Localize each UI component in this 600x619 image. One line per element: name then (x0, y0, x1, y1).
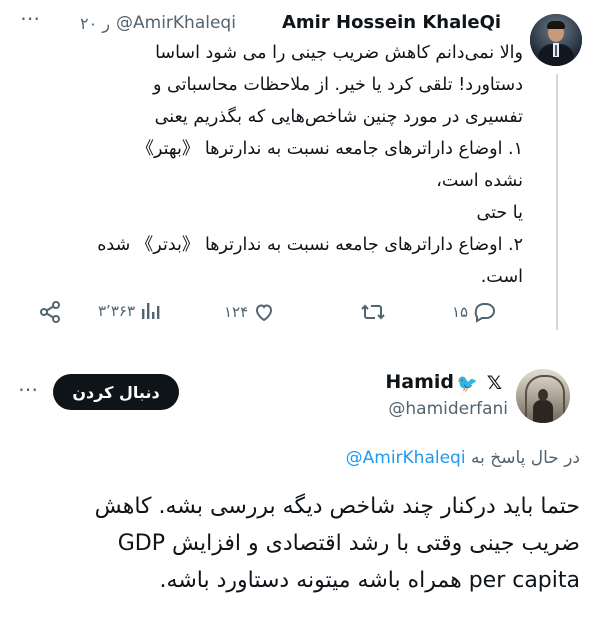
views-button[interactable]: ۳٬۳۶۳ (98, 300, 161, 322)
parent-tweet-header: ⋯ ۲۰ ر @AmirKhaleqi Amir Hossein KhaleQi (20, 6, 522, 34)
reply-icon (472, 300, 498, 324)
reply-tweet-header: Hamid 🐦 𝕏 @hamiderfani (346, 370, 508, 420)
share-button[interactable] (38, 300, 66, 324)
reply-author-avatar[interactable] (516, 369, 570, 423)
replying-to-label: در حال پاسخ به (470, 448, 580, 468)
tweet-timestamp[interactable]: ۲۰ ر (80, 14, 110, 33)
reply-author-name[interactable]: Hamid (385, 371, 454, 393)
views-count: ۳٬۳۶۳ (98, 302, 135, 320)
author-name[interactable]: Amir Hossein KhaleQi (282, 12, 501, 33)
reply-count: ۱۵ (452, 303, 469, 321)
replying-to: در حال پاسخ به @AmirKhaleqi (280, 448, 580, 468)
bird-badge-icon: 🐦 (456, 374, 478, 394)
author-handle[interactable]: @AmirKhaleqi (116, 13, 236, 33)
retweet-button[interactable] (356, 300, 386, 324)
like-count: ۱۲۴ (224, 303, 249, 321)
views-icon (139, 300, 161, 322)
retweet-icon (360, 300, 386, 324)
parent-tweet-actions: ۳٬۳۶۳ ۱۲۴ ۱۵ (38, 300, 508, 336)
like-button[interactable]: ۱۲۴ (224, 300, 276, 324)
like-icon (252, 300, 276, 324)
parent-tweet-text: والا نمی‌دانم کاهش ضریب جینی را می شود ا… (97, 43, 523, 287)
author-avatar[interactable] (530, 14, 582, 66)
share-icon (38, 300, 62, 324)
x-badge-icon: 𝕏 (486, 372, 502, 394)
follow-button[interactable]: دنبال کردن (53, 374, 179, 410)
more-options-icon[interactable]: ⋯ (20, 6, 41, 30)
reply-author-handle[interactable]: @hamiderfani (388, 399, 508, 419)
reply-tweet-text: حتما باید درکنار چند شاخص دیگه بررسی بشه… (94, 494, 580, 593)
reply-button[interactable]: ۱۵ (452, 300, 498, 324)
thread-line (556, 74, 558, 330)
more-options-icon[interactable]: ⋯ (18, 377, 39, 401)
replying-to-handle[interactable]: @AmirKhaleqi (346, 448, 466, 468)
